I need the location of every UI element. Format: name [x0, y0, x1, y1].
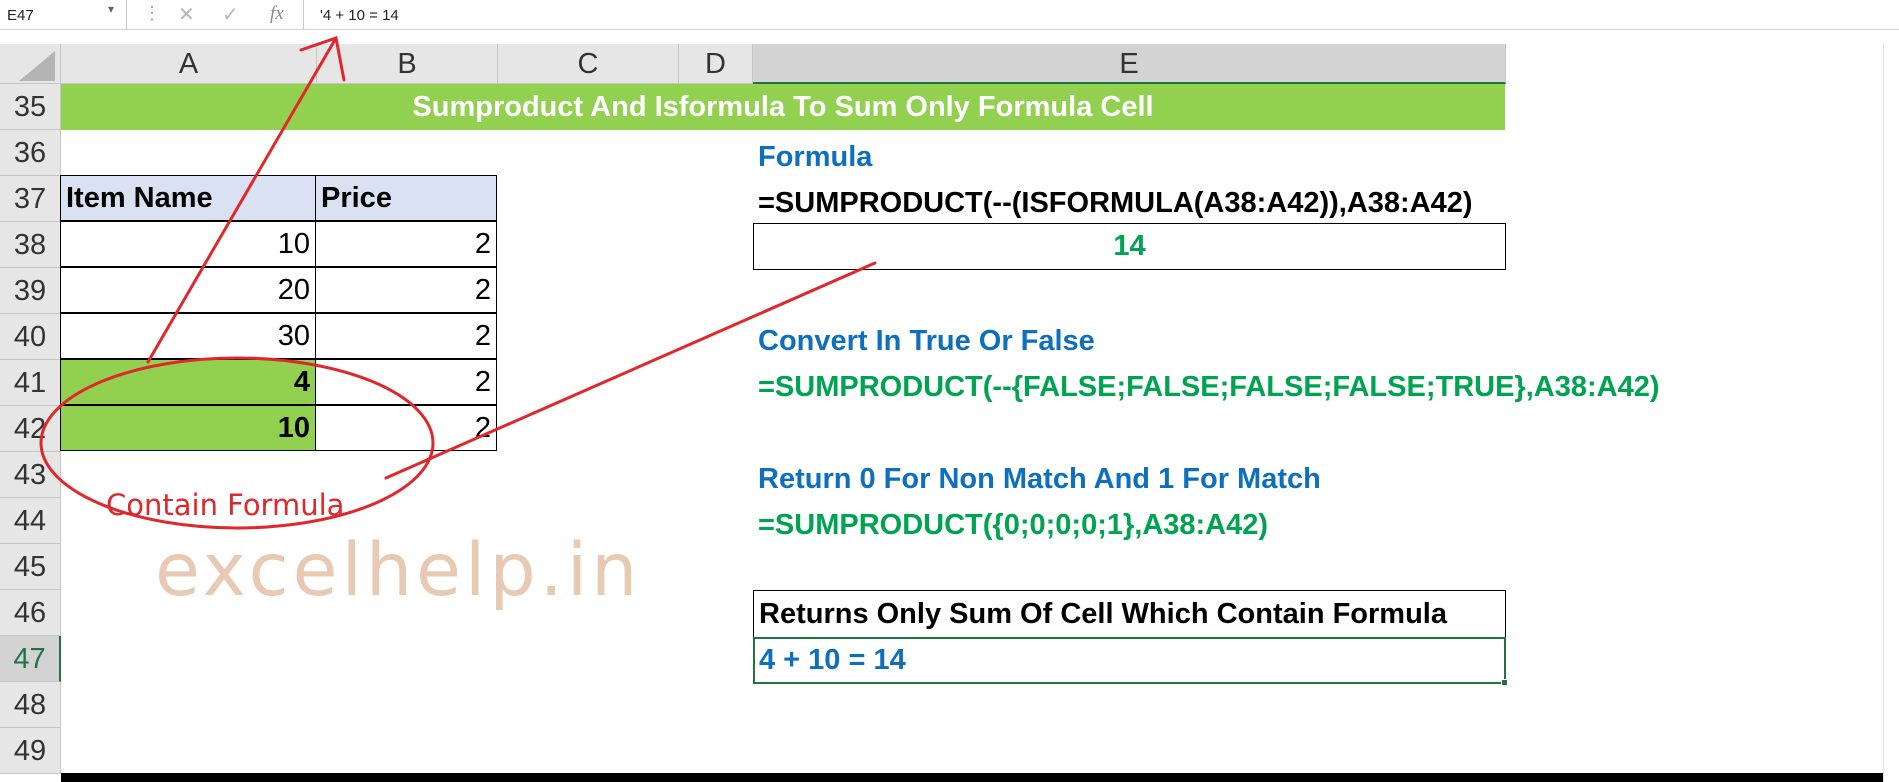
annotation-line-to-result [384, 261, 877, 480]
horizontal-scrollbar[interactable] [61, 773, 1883, 782]
vertical-scrollbar[interactable] [1883, 44, 1899, 782]
annotation-arrow-to-formula-bar [146, 36, 338, 364]
annotation-overlay [39, 36, 877, 530]
annotation-label: Contain Formula [106, 488, 345, 522]
